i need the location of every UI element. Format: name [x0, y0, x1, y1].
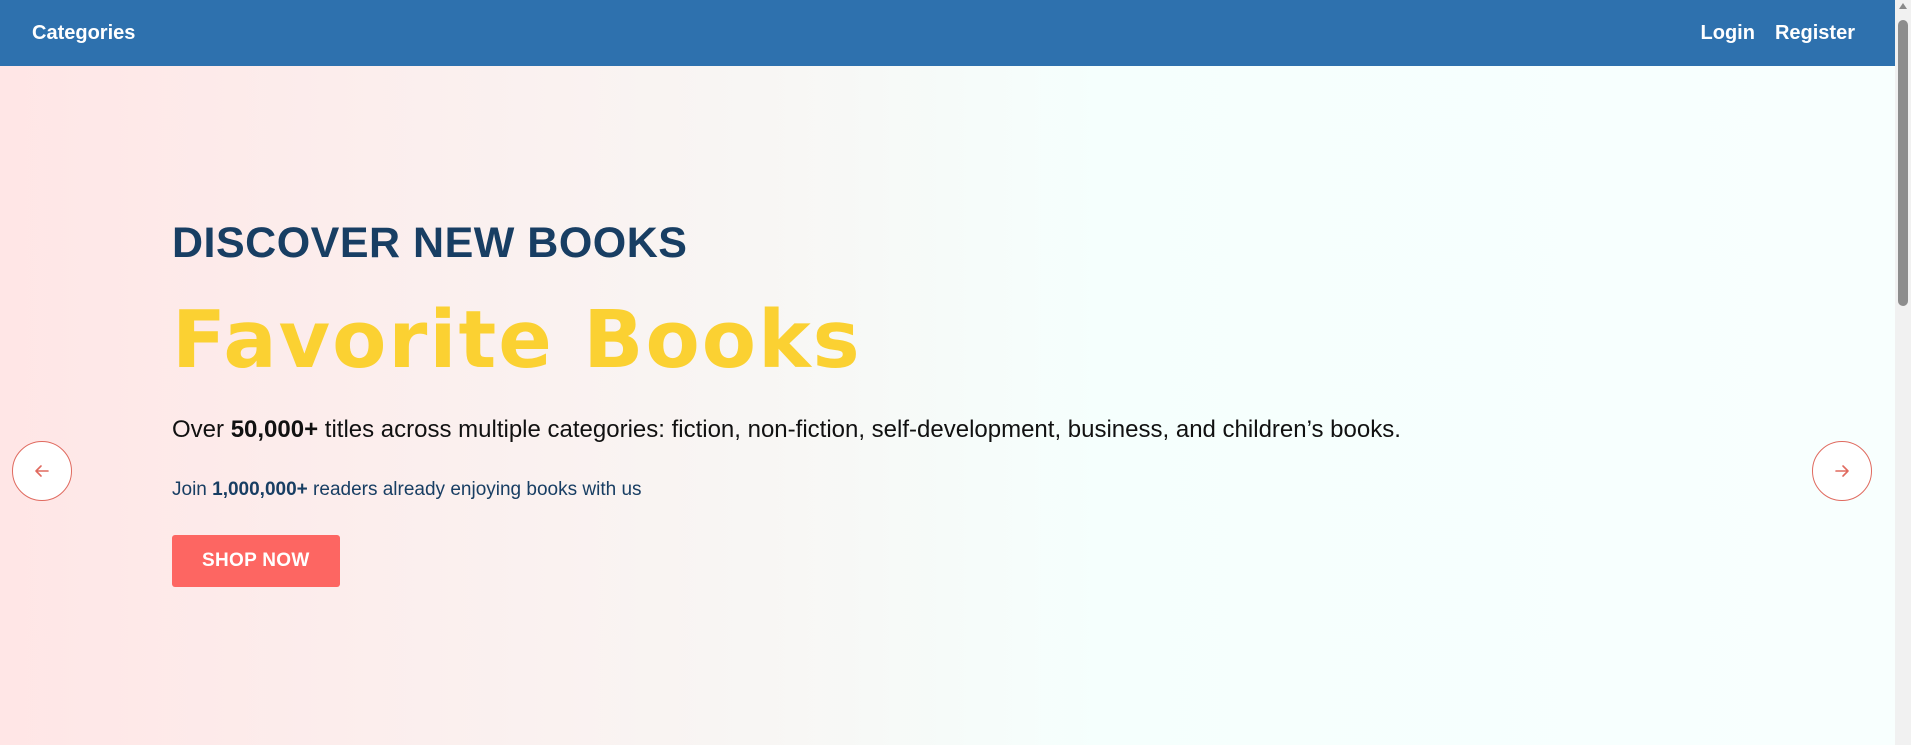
top-navbar: Categories Login Register [0, 0, 1895, 66]
join-prefix: Join [172, 479, 213, 500]
register-link[interactable]: Register [1775, 22, 1855, 45]
auth-links: Login Register [1701, 22, 1855, 45]
hero-eyebrow: DISCOVER NEW BOOKS [172, 219, 688, 267]
description-prefix: Over [172, 416, 231, 443]
hero-headline: Favorite Books [172, 294, 862, 386]
join-suffix: readers already enjoying books with us [307, 479, 642, 500]
readers-count: 1,000,000+ [212, 479, 308, 500]
hero-banner: DISCOVER NEW BOOKS Favorite Books Over 5… [0, 66, 1895, 745]
login-link[interactable]: Login [1701, 22, 1755, 45]
scrollbar-thumb[interactable] [1898, 20, 1908, 306]
arrow-left-icon [35, 465, 49, 477]
hero-description: Over 50,000+ titles across multiple cate… [172, 418, 1401, 442]
hero-join-text: Join 1,000,000+ readers already enjoying… [172, 480, 1401, 499]
page-scrollbar[interactable] [1895, 0, 1911, 745]
carousel-prev-button[interactable] [12, 441, 72, 501]
scroll-up-icon[interactable] [1899, 3, 1907, 9]
categories-link[interactable]: Categories [32, 22, 135, 45]
titles-count: 50,000+ [230, 416, 319, 443]
description-suffix: titles across multiple categories: ficti… [318, 416, 1401, 443]
arrow-right-icon [1835, 465, 1849, 477]
carousel-next-button[interactable] [1812, 441, 1872, 501]
hero-content: DISCOVER NEW BOOKS Favorite Books Over 5… [172, 222, 1401, 587]
shop-now-button[interactable]: SHOP NOW [172, 535, 340, 587]
